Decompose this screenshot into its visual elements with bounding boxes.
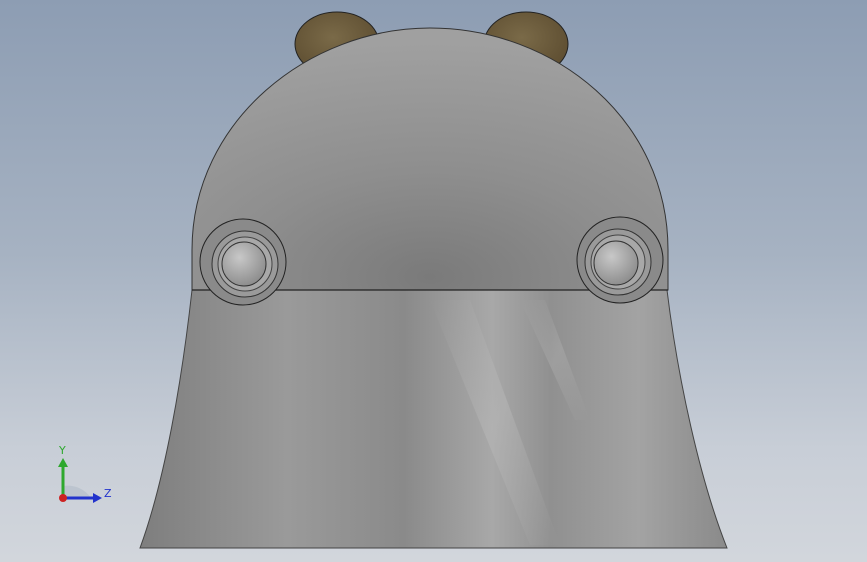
model-view[interactable] (0, 0, 867, 562)
triad-plane-icon (63, 485, 91, 498)
orientation-triad[interactable]: Y Z (50, 440, 120, 510)
z-axis-arrow-icon (93, 493, 102, 503)
y-axis-arrow-icon (58, 458, 68, 467)
left-bolt[interactable] (199, 218, 287, 306)
y-axis-label: Y (58, 444, 66, 457)
z-axis-label: Z (104, 487, 112, 500)
graphics-viewport[interactable]: Y Z (0, 0, 867, 562)
right-bolt[interactable] (576, 216, 664, 304)
lower-body[interactable] (139, 289, 728, 549)
x-axis-dot-icon (59, 494, 67, 502)
